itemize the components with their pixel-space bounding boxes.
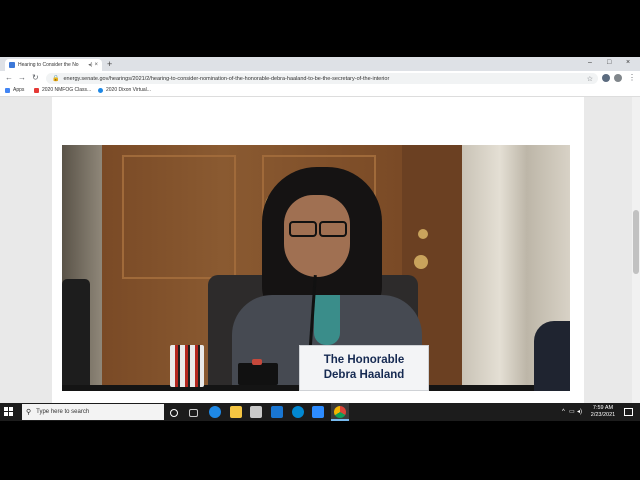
browser-toolbar: ← → ↻ 🔒 energy.senate.gov/hearings/2021/… [0,71,640,86]
bookmarks-bar: Apps 2020 NMFOG Class... 2020 Dixon Virt… [0,86,640,97]
desktop-screen: Hearing to Consider the No ◂) × + – □ × … [0,57,640,421]
tab-title: Hearing to Consider the No [18,62,79,68]
search-placeholder: Type here to search [36,409,90,415]
nameplate-line-2: Debra Haaland [323,369,405,381]
forward-button[interactable]: → [18,73,26,83]
bookmark-star-icon[interactable]: ☆ [587,75,593,83]
volume-icon[interactable]: ◂) [577,408,582,416]
tab-close-icon[interactable]: × [94,62,98,68]
tray-expand-icon[interactable]: ^ [562,408,565,416]
bookmark-nmfog[interactable]: 2020 NMFOG Class... [34,87,91,93]
senate-favicon-icon [9,62,15,68]
url-text: energy.senate.gov/hearings/2021/2/hearin… [63,75,390,82]
extension-icon[interactable] [602,74,610,82]
network-icon[interactable]: ▭ [569,408,575,416]
page-scrollbar[interactable] [632,97,640,403]
minimize-button[interactable]: – [588,59,592,67]
bookmark-favicon-icon [98,87,103,93]
microphone-base [238,359,278,385]
hearing-video-player[interactable]: The Honorable Debra Haaland [62,145,570,391]
tab-strip: Hearing to Consider the No ◂) × + – □ × [0,57,640,71]
water-bottle [62,279,90,391]
scrollbar-thumb[interactable] [633,210,639,274]
skype-icon[interactable] [292,406,304,418]
bookmark-label: Apps [13,87,25,93]
address-bar[interactable]: 🔒 energy.senate.gov/hearings/2021/2/hear… [46,73,598,84]
nameplate-line-1: The Honorable [323,354,405,366]
file-explorer-icon[interactable] [230,406,242,418]
zoom-icon[interactable] [312,406,324,418]
cortana-icon[interactable] [170,409,178,417]
door-panel [122,155,236,279]
notification-center-icon[interactable] [624,408,633,416]
web-page: The Honorable Debra Haaland [0,97,640,403]
maximize-button[interactable]: □ [607,59,611,67]
eyeglasses [287,221,347,237]
person-right-edge [534,321,570,391]
store-icon[interactable] [250,406,262,418]
close-window-button[interactable]: × [626,59,630,67]
door-knob [418,229,428,239]
chrome-icon [334,406,346,418]
chrome-taskbar-button[interactable] [331,403,349,421]
bookmark-apps[interactable]: Apps [5,87,24,93]
clock-date: 2/23/2021 [590,412,616,418]
windows-start-icon[interactable] [4,407,14,417]
apps-grid-icon [5,87,10,93]
door-handle [414,255,428,269]
mail-icon[interactable] [271,406,283,418]
lock-icon: 🔒 [52,76,60,82]
system-clock[interactable]: 7:59 AM 2/23/2021 [585,405,621,419]
reload-button[interactable]: ↻ [32,73,39,83]
bookmark-dixon[interactable]: 2020 Dixon Virtual... [98,87,151,93]
bookmark-label: 2020 NMFOG Class... [42,87,92,93]
back-button[interactable]: ← [5,73,13,83]
task-view-icon[interactable] [189,409,198,417]
search-icon: ⚲ [26,409,32,416]
taskbar-search[interactable]: ⚲ Type here to search [22,404,164,420]
profile-avatar-icon[interactable] [614,74,622,82]
youtube-icon [34,87,39,93]
clock-time: 7:59 AM [592,405,614,411]
nameplate: The Honorable Debra Haaland [299,345,429,391]
windows-taskbar: ⚲ Type here to search ^ ▭ ◂) 7:59 AM 2/2… [0,403,640,421]
patterned-mug [170,345,204,387]
edge-icon[interactable] [209,406,221,418]
speaker-icon[interactable]: ◂) [88,62,92,68]
bookmark-label: 2020 Dixon Virtual... [106,87,151,93]
menu-kebab-icon[interactable]: ⋮ [628,73,636,83]
browser-tab[interactable]: Hearing to Consider the No ◂) × [5,59,102,71]
turquoise-necklace [314,295,340,345]
new-tab-button[interactable]: + [107,59,112,69]
